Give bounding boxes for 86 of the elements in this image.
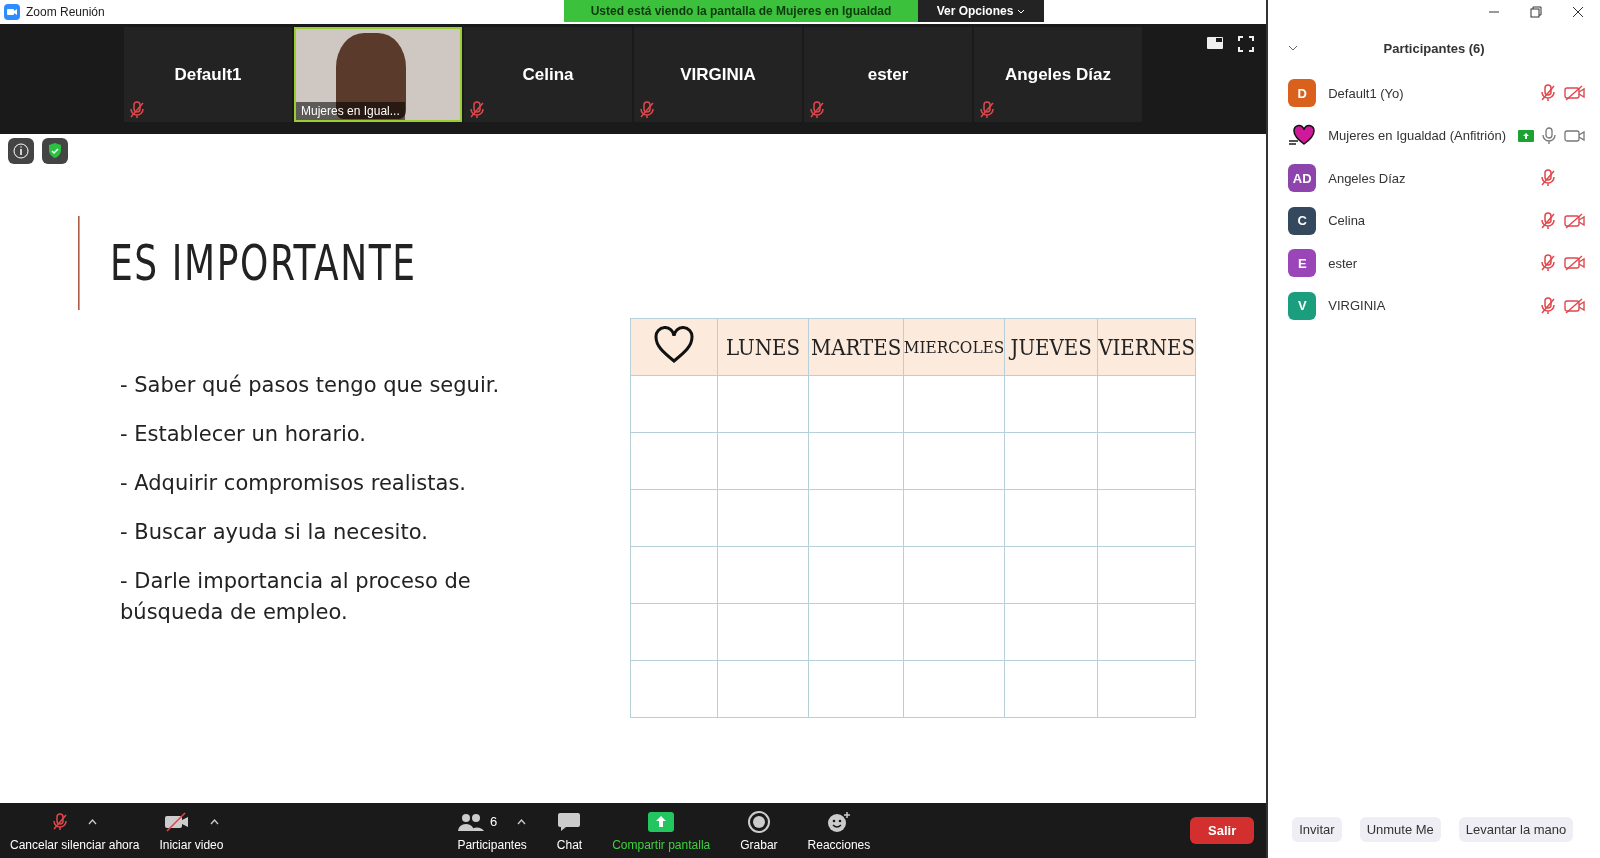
- caret-icon[interactable]: [209, 818, 219, 825]
- fullscreen-icon[interactable]: [1238, 36, 1255, 52]
- participant-tile[interactable]: Angeles Díaz: [974, 27, 1142, 122]
- chat-bubble-icon: [558, 811, 581, 832]
- participant-tile[interactable]: ester: [804, 27, 972, 122]
- slide-title: ES IMPORTANTE: [78, 216, 1029, 310]
- muted-mic-icon: [1540, 84, 1556, 103]
- day-header: LUNES: [717, 318, 809, 376]
- video-off-icon: [1564, 212, 1586, 229]
- participant-tile[interactable]: Celina: [464, 27, 632, 122]
- muted-mic-icon: [469, 101, 485, 119]
- day-header: VIERNES: [1097, 318, 1196, 376]
- shield-icon[interactable]: [42, 138, 68, 164]
- participant-name: Default1 (Yo): [1328, 85, 1405, 101]
- leave-button[interactable]: Salir: [1190, 817, 1255, 844]
- video-off-icon: [1564, 85, 1586, 102]
- heart-icon: [652, 325, 695, 364]
- bullet-text: - Establecer un horario.: [120, 421, 367, 448]
- muted-mic-icon: [1540, 296, 1556, 315]
- video-off-icon: [163, 811, 190, 832]
- participant-name: Angeles Díaz: [1328, 170, 1407, 186]
- chevron-down-icon: [1017, 8, 1026, 14]
- smiley-icon: [826, 810, 851, 833]
- avatar-initials: E: [1288, 249, 1317, 278]
- info-icon[interactable]: [8, 138, 34, 164]
- avatar-initials: AD: [1288, 164, 1317, 193]
- participant-name: Celina: [1328, 213, 1367, 229]
- muted-mic-icon: [129, 101, 145, 119]
- panel-button[interactable]: Levantar la mano: [1458, 817, 1574, 842]
- panel-button[interactable]: Unmute Me: [1359, 817, 1441, 842]
- bullet-text: - Buscar ayuda si la necesito.: [120, 519, 429, 546]
- mic-button[interactable]: Cancelar silenciar ahora: [2, 809, 148, 852]
- bullet-text: - Saber qué pasos tengo que seguir.: [120, 372, 501, 399]
- caret-icon[interactable]: [88, 818, 98, 825]
- video-button[interactable]: Iniciar video: [151, 809, 232, 852]
- participant-name: ester: [1328, 255, 1359, 271]
- caret-icon[interactable]: [517, 818, 527, 825]
- heart-logo-icon: [1288, 123, 1317, 148]
- participant-name: ester: [867, 64, 909, 85]
- layout-icon[interactable]: [1206, 36, 1225, 50]
- panel-title: Participantes (6): [1382, 40, 1486, 56]
- muted-mic-icon: [809, 101, 825, 119]
- participant-name: VIRGINIA: [1328, 298, 1387, 314]
- record-button[interactable]: Grabar: [732, 809, 786, 852]
- participant-name: Angeles Díaz: [1005, 64, 1111, 85]
- close-icon[interactable]: [1572, 6, 1584, 18]
- muted-mic-icon: [52, 812, 69, 831]
- avatar-initials: D: [1288, 79, 1317, 108]
- share-screen-icon: [648, 811, 675, 832]
- avatar-initials: C: [1288, 206, 1317, 235]
- muted-mic-icon: [1540, 169, 1556, 188]
- avatar-initials: V: [1288, 291, 1317, 320]
- bullet-text: - Darle importancia al proceso de búsqueda de empleo.: [120, 568, 472, 626]
- record-icon: [747, 810, 770, 833]
- sharing-banner: Usted está viendo la pantalla de Mujeres en Igualdad: [564, 0, 918, 22]
- muted-mic-icon: [1540, 211, 1556, 230]
- video-tile[interactable]: Mujeres en Igual...: [294, 27, 462, 122]
- day-header: JUEVES: [1004, 318, 1098, 376]
- participant-tile[interactable]: Default1: [124, 27, 292, 122]
- view-options-button[interactable]: Ver Opciones: [918, 0, 1044, 22]
- participant-name: Celina: [522, 64, 574, 85]
- microphone-icon: [1542, 126, 1556, 145]
- share-button[interactable]: Compartir pantalla: [604, 809, 719, 852]
- collapse-chevron-icon[interactable]: [1288, 45, 1299, 51]
- participant-tile[interactable]: VIRGINIA: [634, 27, 802, 122]
- video-off-icon: [1564, 255, 1586, 272]
- people-icon: [458, 812, 484, 831]
- participant-name: Mujeres en Igual...: [296, 102, 405, 120]
- day-header: MIERCOLES: [903, 318, 1005, 376]
- day-header: MARTES: [808, 318, 904, 376]
- video-camera-icon: [1564, 127, 1586, 144]
- participant-name: Default1: [174, 64, 242, 85]
- panel-button[interactable]: Invitar: [1292, 817, 1342, 842]
- participant-name: Mujeres en Igualdad (Anfitrión): [1328, 128, 1506, 144]
- restore-icon[interactable]: [1530, 6, 1542, 18]
- muted-mic-icon: [1540, 254, 1556, 273]
- chat-button[interactable]: Chat: [548, 809, 591, 852]
- muted-mic-icon: [639, 101, 655, 119]
- bullet-text: - Adquirir compromisos realistas.: [120, 470, 468, 497]
- app-logo-icon: [4, 4, 20, 20]
- participants-button[interactable]: 6 Participantes: [449, 809, 535, 852]
- reactions-button[interactable]: Reacciones: [799, 809, 879, 852]
- window-title: Zoom Reunión: [26, 5, 105, 19]
- participant-name: VIRGINIA: [680, 64, 756, 85]
- video-off-icon: [1564, 297, 1586, 314]
- muted-mic-icon: [979, 101, 995, 119]
